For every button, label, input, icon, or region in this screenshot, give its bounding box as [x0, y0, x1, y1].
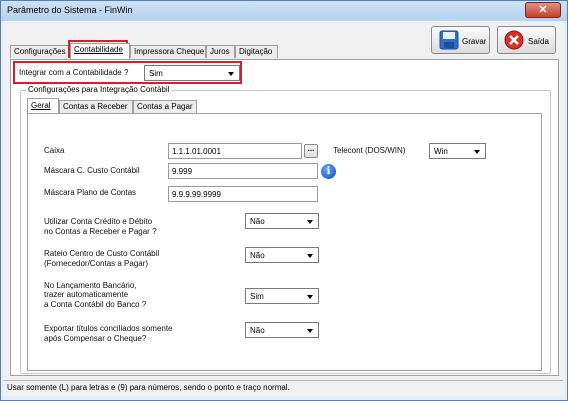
exit-icon	[504, 30, 524, 50]
subtab-contas-receber[interactable]: Contas a Receber	[59, 100, 133, 113]
rateio-select[interactable]: Não	[245, 247, 319, 263]
save-button[interactable]: Gravar	[431, 26, 490, 54]
chevron-down-icon	[474, 150, 480, 154]
title-bar: Parâmetro do Sistema - FinWin ✕	[1, 1, 567, 21]
client-area: Gravar Saída Configurações Contabilidade…	[3, 21, 563, 396]
utilizar-conta-label-1: Utilizar Conta Crédito e Débito	[44, 217, 153, 226]
mascara-custo-label: Máscara C. Custo Contábil	[44, 166, 140, 175]
exportar-label-2: após Compensar o Cheque?	[44, 334, 147, 343]
utilizar-conta-label-2: no Contas a Receber e Pagar ?	[44, 227, 157, 236]
caixa-lookup-button[interactable]: ...	[304, 144, 318, 158]
caixa-label: Caixa	[44, 146, 65, 155]
subtab-contas-pagar[interactable]: Contas a Pagar	[133, 100, 197, 113]
telecont-select[interactable]: Win	[429, 143, 486, 159]
mascara-plano-field[interactable]: 9.9.9.99.9999	[168, 186, 318, 202]
info-icon[interactable]: i	[321, 164, 336, 179]
exportar-label-1: Exportar títulos conciliados somente	[44, 324, 173, 333]
geral-panel: Caixa 1.1.1.01.0001 ... Telecont (DOS/WI…	[27, 113, 542, 371]
tab-impressora-cheque[interactable]: Impressora Cheque	[130, 45, 206, 58]
save-label: Gravar	[462, 37, 487, 46]
mascara-plano-label: Máscara Plano de Contas	[44, 188, 137, 197]
integrar-highlight	[13, 61, 242, 84]
telecont-label: Telecont (DOS/WIN)	[333, 146, 406, 155]
contabilidade-panel: Integrar com a Contabilidade ? Sim Confi…	[10, 59, 559, 376]
rateio-label-2: (Fornecedor/Contas a Pagar)	[44, 259, 149, 268]
chevron-down-icon	[307, 329, 313, 333]
exportar-select[interactable]: Não	[245, 322, 319, 338]
lancamento-label-3: a Conta Contábil do Banco ?	[44, 300, 147, 309]
chevron-down-icon	[307, 295, 313, 299]
tab-configuracoes[interactable]: Configurações	[10, 45, 70, 58]
save-icon	[439, 30, 459, 50]
exit-label: Saída	[528, 37, 549, 46]
window-close-button[interactable]: ✕	[525, 2, 561, 18]
exit-button[interactable]: Saída	[497, 26, 556, 54]
tab-digitacao[interactable]: Digitação	[235, 45, 278, 58]
lancamento-label-1: No Lançamento Bancário,	[44, 281, 137, 290]
chevron-down-icon	[307, 220, 313, 224]
caixa-field[interactable]: 1.1.1.01.0001	[168, 143, 302, 159]
chevron-down-icon	[307, 254, 313, 258]
status-text: Usar somente (L) para letras e (9) para …	[7, 383, 290, 392]
lancamento-label-2: trazer automaticamente	[44, 290, 129, 299]
status-bar: Usar somente (L) para letras e (9) para …	[3, 380, 563, 395]
tab-contabilidade[interactable]: Contabilidade	[70, 43, 130, 59]
lancamento-select[interactable]: Sim	[245, 288, 319, 304]
utilizar-conta-select[interactable]: Não	[245, 213, 319, 229]
group-title: Configurações para Integração Contábil	[26, 85, 172, 94]
window-title: Parâmetro do Sistema - FinWin	[7, 5, 133, 15]
tab-juros[interactable]: Juros	[206, 45, 235, 58]
subtab-geral[interactable]: Geral	[27, 98, 59, 113]
mascara-custo-field[interactable]: 9.999	[168, 163, 318, 179]
rateio-label-1: Rateio Centro de Custo Contábil	[44, 249, 160, 258]
